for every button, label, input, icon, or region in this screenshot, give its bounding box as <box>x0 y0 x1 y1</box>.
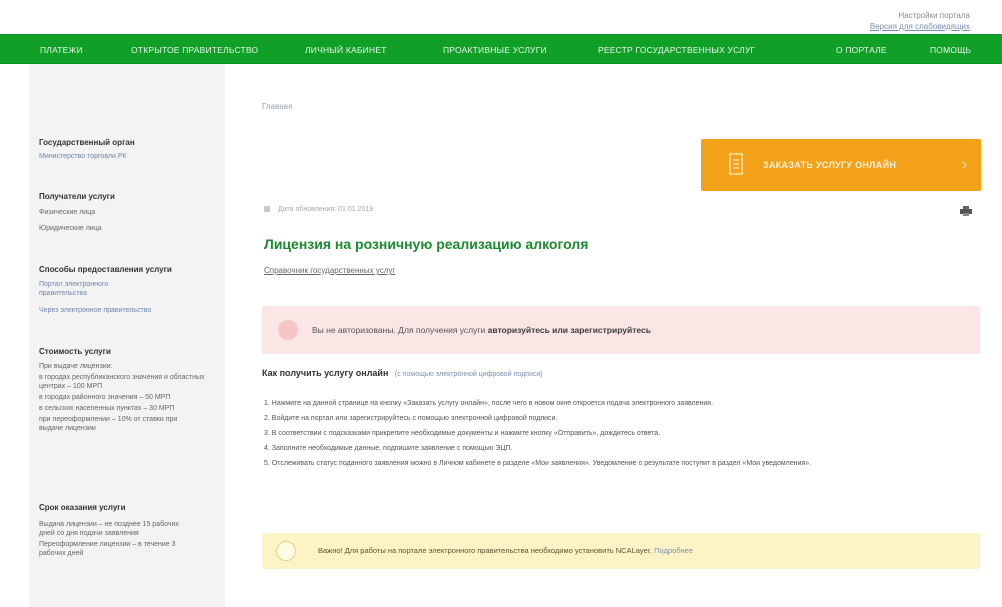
portal-settings-link[interactable]: Настройки портала <box>870 10 970 21</box>
utility-links: Настройки портала Версия для слабовидящи… <box>870 10 970 32</box>
service-directory-link[interactable]: Справочник государственных услуг <box>264 266 395 275</box>
accessibility-link[interactable]: Версия для слабовидящих <box>870 21 970 32</box>
method-egov-link[interactable]: Портал электронного правительства <box>39 280 149 298</box>
sidebar-group-recipients: Получатели услуги Физические лица Юридич… <box>39 192 215 233</box>
nav-item-payments[interactable]: Платежи <box>40 35 83 65</box>
auth-message-text: Вы не авторизованы. Для получения услуги <box>312 325 486 335</box>
sidebar-heading-recipients: Получатели услуги <box>39 192 115 201</box>
instruction-step: 4. Заполните необходимые данные, подпиши… <box>264 445 513 452</box>
print-icon[interactable] <box>960 206 972 216</box>
instruction-step: 1. Нажмите на данной странице на кнопку … <box>264 400 714 407</box>
method-link[interactable]: Через электронное правительство <box>39 306 215 315</box>
chevron-right-icon: › <box>961 156 967 173</box>
recipient-individuals: Физические лица <box>39 209 96 216</box>
nav-item-cabinet[interactable]: Личный кабинет <box>305 35 387 65</box>
term-line: Выдача лицензии – не позднее 15 рабочих … <box>39 521 179 537</box>
sidebar-group-methods: Способы предоставления услуги Портал эле… <box>39 265 215 315</box>
instruction-steps: 1. Нажмите на данной странице на кнопку … <box>264 398 984 473</box>
sidebar-group-agency: Государственный орган Министерство торго… <box>39 138 215 161</box>
info-icon <box>276 541 296 561</box>
sidebar-heading-cost: Стоимость услуги <box>39 347 111 356</box>
order-button-label: Заказать услугу онлайн <box>763 160 897 170</box>
login-register-link[interactable]: авторизуйтесь или зарегистрируйтесь <box>488 325 651 335</box>
breadcrumb[interactable]: Главная <box>262 102 292 111</box>
sidebar-group-cost: Стоимость услуги При выдаче лицензии: в … <box>39 347 215 433</box>
important-note: Важно! Для работы на портале электронног… <box>262 533 980 569</box>
note-text: Важно! Для работы на портале электронног… <box>318 546 653 555</box>
cost-line: При выдаче лицензии: <box>39 363 113 370</box>
sidebar-heading-term: Срок оказания услуги <box>39 503 126 512</box>
sidebar-group-term: Срок оказания услуги Выдача лицензии – н… <box>39 503 215 558</box>
term-line: Переоформление лицензии – в течение 3 ра… <box>39 541 176 557</box>
document-icon <box>729 153 743 175</box>
how-to-subheading: (с помощью электронной цифровой подписи) <box>394 371 543 378</box>
service-info-sidebar: Государственный орган Министерство торго… <box>29 64 225 607</box>
page-title: Лицензия на розничную реализацию алкогол… <box>264 236 589 252</box>
main-navigation: Платежи Открытое правительство Личный ка… <box>0 34 1002 64</box>
instruction-step: 5. Отслеживать статус поданного заявлени… <box>264 460 812 467</box>
recipient-legal-entities: Юридические лица <box>39 225 102 232</box>
note-link[interactable]: Подробнее <box>654 546 693 555</box>
instruction-step: 3. В соответствии с подсказками прикрепи… <box>264 430 661 437</box>
cost-line: в городах районного значения – 50 МРП <box>39 394 171 401</box>
top-utility-bar: Настройки портала Версия для слабовидящи… <box>0 0 1002 34</box>
cost-line: в сельских населенных пунктах – 30 МРП <box>39 405 175 412</box>
nav-item-proactive[interactable]: Проактивные услуги <box>443 35 547 65</box>
cost-line: при переоформлении – 10% от ставки при в… <box>39 416 178 432</box>
agency-link[interactable]: Министерство торговли РК <box>39 152 215 161</box>
note-message: Важно! Для работы на портале электронног… <box>318 533 693 569</box>
nav-item-help[interactable]: Помощь <box>930 35 971 65</box>
how-to-heading: Как получить услугу онлайн <box>262 368 389 378</box>
warning-icon <box>278 320 298 340</box>
order-service-online-button[interactable]: Заказать услугу онлайн › <box>701 139 981 191</box>
cost-line: в городах республиканского значения и об… <box>39 374 205 390</box>
auth-message: Вы не авторизованы. Для получения услуги… <box>312 306 651 354</box>
update-date: Дата обновления: 01.01.2019 <box>264 206 373 213</box>
nav-item-open-government[interactable]: Открытое правительство <box>131 35 258 65</box>
auth-required-alert: Вы не авторизованы. Для получения услуги… <box>262 306 980 354</box>
sidebar-heading-agency: Государственный орган <box>39 138 135 147</box>
update-date-text: Дата обновления: 01.01.2019 <box>278 206 374 213</box>
calendar-icon <box>264 206 270 213</box>
how-to-section-heading: Как получить услугу онлайн (с помощью эл… <box>262 368 543 378</box>
nav-item-about[interactable]: О портале <box>836 35 887 65</box>
sidebar-heading-methods: Способы предоставления услуги <box>39 265 172 274</box>
instruction-step: 2. Войдите на портал или зарегистрируйте… <box>264 415 558 422</box>
nav-item-registry[interactable]: Реестр государственных услуг <box>598 35 755 65</box>
